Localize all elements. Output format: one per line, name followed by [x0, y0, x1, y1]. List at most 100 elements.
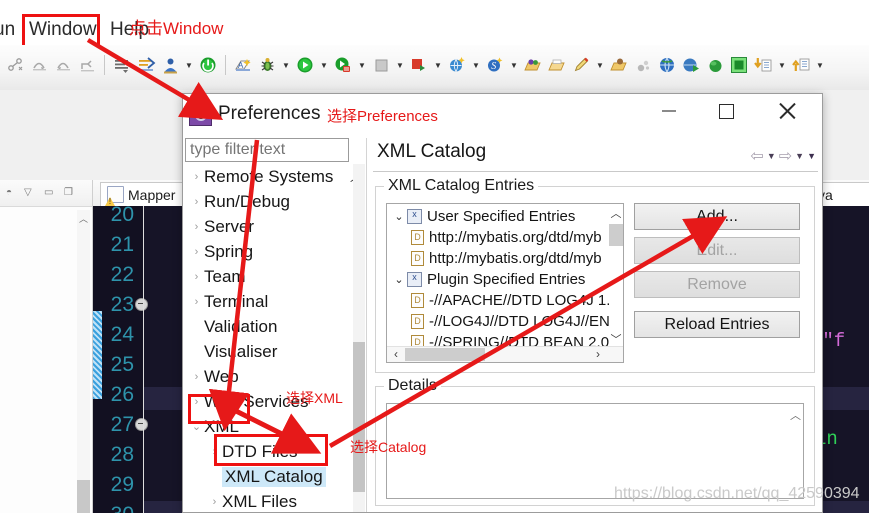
chevron-right-icon[interactable]: › — [207, 446, 222, 458]
list-item[interactable]: -//APACHE//DTD LOG4J 1.2, — [411, 290, 623, 311]
web-new-dropdown-icon[interactable]: ▼ — [470, 54, 482, 76]
forward-dropdown-icon[interactable]: ▼ — [795, 151, 804, 161]
chevron-right-icon[interactable]: › — [189, 296, 204, 308]
list-item[interactable]: ⌄ Plugin Specified Entries — [391, 269, 585, 290]
chevron-right-icon[interactable]: › — [189, 246, 204, 258]
list-scroll-left-icon[interactable]: ‹ — [388, 347, 404, 362]
search-s-dropdown-icon[interactable]: ▼ — [508, 54, 520, 76]
remove-button[interactable]: Remove — [634, 271, 800, 298]
chevron-right-icon[interactable]: › — [189, 371, 204, 383]
menu-item-run[interactable]: un — [0, 19, 15, 41]
globe-icon[interactable] — [656, 54, 678, 76]
minimize-button[interactable] — [645, 94, 692, 128]
add-button[interactable]: Add... — [634, 203, 800, 230]
debug-icon[interactable] — [256, 54, 278, 76]
tree-item-web[interactable]: › Web — [189, 364, 239, 389]
power-icon[interactable] — [197, 54, 219, 76]
tree-item-remote-systems[interactable]: › Remote Systems — [189, 164, 334, 189]
edit-button[interactable]: Edit... — [634, 237, 800, 264]
left-panel-scrollbar[interactable] — [77, 210, 90, 513]
chevron-right-icon[interactable]: › — [189, 221, 204, 233]
search-s-icon[interactable]: S — [484, 54, 506, 76]
import-icon[interactable] — [752, 54, 774, 76]
run-icon[interactable] — [294, 54, 316, 76]
filter-input[interactable] — [185, 138, 349, 162]
details-scroll-up-icon[interactable]: ︿ — [790, 407, 801, 423]
list-scroll-thumb[interactable] — [609, 224, 623, 246]
search-tools-icon[interactable] — [632, 54, 654, 76]
list-item[interactable]: http://mybatis.org/dtd/myb — [411, 248, 602, 269]
toggle-breakpoint-icon[interactable] — [111, 54, 133, 76]
tree-item-run-debug[interactable]: › Run/Debug — [189, 189, 290, 214]
chevron-right-icon[interactable]: › — [189, 171, 204, 183]
list-item[interactable]: ⌄ User Specified Entries — [391, 206, 575, 227]
list-item[interactable]: -//LOG4J//DTD LOG4J//EN — [411, 311, 610, 332]
chevron-right-icon[interactable]: › — [189, 271, 204, 283]
coverage-dropdown-icon[interactable]: ▼ — [356, 54, 368, 76]
left-panel-scroll-thumb[interactable] — [77, 480, 90, 513]
preferences-tree[interactable]: ︿ ›Remote Systems ›Run/Debug ›Server ›Sp… — [185, 164, 365, 512]
link-with-editor-icon[interactable] — [4, 54, 26, 76]
open-resource-icon[interactable] — [608, 54, 630, 76]
chevron-down-icon[interactable]: ⌄ — [189, 420, 204, 433]
tree-item-team[interactable]: › Team — [189, 264, 246, 289]
stop-red-dropdown-icon[interactable]: ▼ — [432, 54, 444, 76]
export-dropdown-icon[interactable]: ▼ — [814, 54, 826, 76]
step-over-icon[interactable] — [28, 54, 50, 76]
step-into-icon[interactable] — [76, 54, 98, 76]
tree-item-spring[interactable]: › Spring — [189, 239, 253, 264]
list-hscroll-thumb[interactable] — [405, 348, 485, 361]
reload-entries-button[interactable]: Reload Entries — [634, 311, 800, 338]
minimize-view-icon[interactable]: ▽ — [24, 187, 32, 198]
tree-item-xml-files[interactable]: › XML Files — [207, 489, 297, 512]
web-new-icon[interactable] — [446, 54, 468, 76]
green-square-icon[interactable] — [728, 54, 750, 76]
pin-icon[interactable]: ◓ — [6, 187, 12, 198]
forward-arrow-icon[interactable]: ⇨ — [779, 146, 792, 166]
minimize-icon[interactable]: ▭ — [44, 187, 53, 198]
debug-dropdown-icon[interactable]: ▼ — [280, 54, 292, 76]
catalog-entries-list[interactable]: ⌄ User Specified Entries http://mybatis.o… — [386, 203, 624, 363]
pencil-dropdown-icon[interactable]: ▼ — [594, 54, 606, 76]
stop-icon[interactable] — [370, 54, 392, 76]
preferences-title-bar[interactable]: Preferences — [183, 94, 822, 137]
tree-item-visualiser[interactable]: Visualiser — [189, 339, 277, 364]
new-annotation-icon[interactable]: A — [232, 54, 254, 76]
fold-toggle-icon[interactable] — [135, 418, 148, 431]
globe-run-icon[interactable] — [680, 54, 702, 76]
tree-item-xml[interactable]: ⌄ XML — [189, 414, 239, 439]
tree-item-xml-catalog[interactable]: XML Catalog — [207, 464, 326, 489]
open-folder-icon[interactable] — [546, 54, 568, 76]
left-panel-scroll-up-icon[interactable]: ︿ — [77, 212, 90, 226]
chevron-right-icon[interactable]: › — [189, 196, 204, 208]
person-dropdown-icon[interactable]: ▼ — [183, 54, 195, 76]
person-icon[interactable] — [159, 54, 181, 76]
green-sphere-icon[interactable] — [704, 54, 726, 76]
import-dropdown-icon[interactable]: ▼ — [776, 54, 788, 76]
pencil-icon[interactable] — [570, 54, 592, 76]
list-scroll-up-icon[interactable]: ︿ — [609, 206, 623, 222]
view-menu-dropdown-icon[interactable]: ▼ — [807, 151, 816, 161]
list-scroll-right-icon[interactable]: › — [590, 347, 606, 362]
chevron-down-icon[interactable]: ⌄ — [391, 210, 407, 223]
list-item[interactable]: http://mybatis.org/dtd/myb — [411, 227, 602, 248]
stop-dropdown-icon[interactable]: ▼ — [394, 54, 406, 76]
coverage-icon[interactable] — [332, 54, 354, 76]
skip-breakpoints-icon[interactable] — [135, 54, 157, 76]
tree-item-dtd-files[interactable]: › DTD Files — [207, 439, 298, 464]
chevron-down-icon[interactable]: ⌄ — [391, 273, 407, 286]
maximize-button[interactable] — [703, 94, 750, 128]
tree-item-validation[interactable]: Validation — [189, 314, 277, 339]
tree-item-terminal[interactable]: › Terminal — [189, 289, 269, 314]
chevron-right-icon[interactable]: › — [189, 396, 204, 408]
fold-toggle-icon[interactable] — [135, 298, 148, 311]
maximize-icon[interactable]: ❐ — [64, 187, 73, 198]
export-icon[interactable] — [790, 54, 812, 76]
run-dropdown-icon[interactable]: ▼ — [318, 54, 330, 76]
step-return-icon[interactable] — [52, 54, 74, 76]
tree-item-server[interactable]: › Server — [189, 214, 254, 239]
close-button[interactable] — [763, 94, 810, 128]
open-type-icon[interactable] — [522, 54, 544, 76]
stop-red-icon[interactable] — [408, 54, 430, 76]
back-arrow-icon[interactable]: ⇦ — [750, 146, 763, 166]
